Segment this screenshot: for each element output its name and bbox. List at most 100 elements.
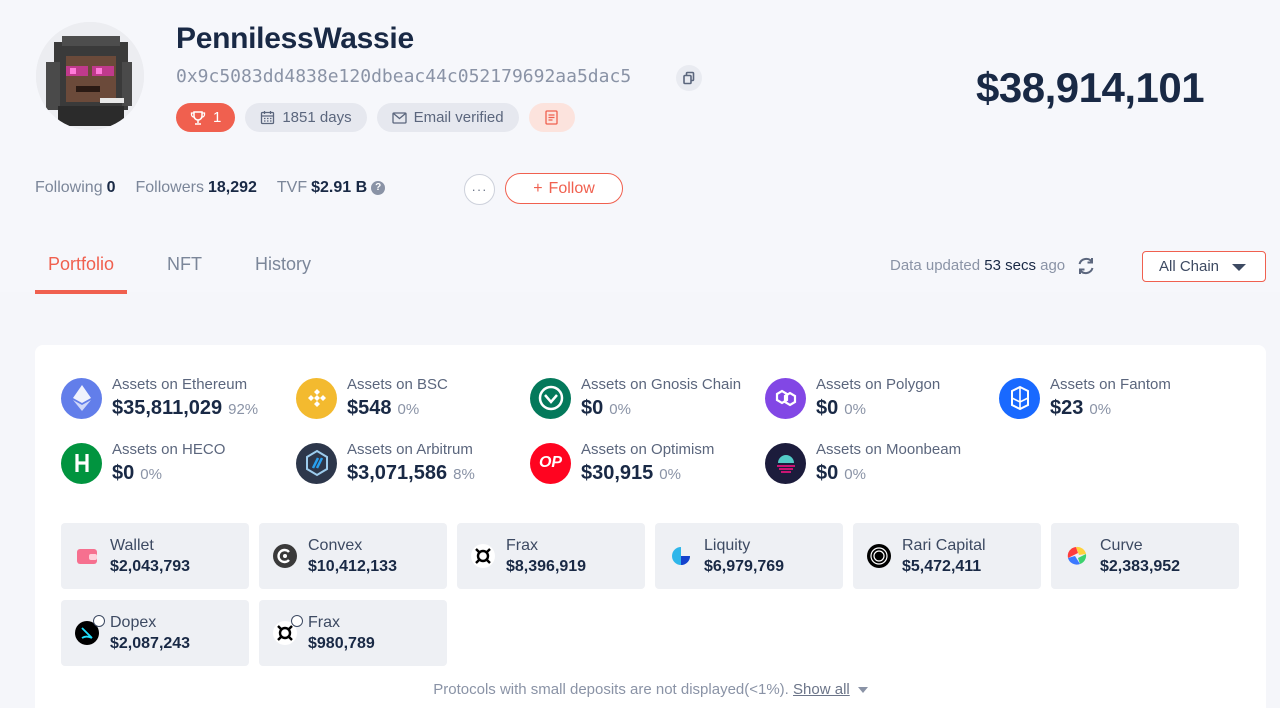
chain-filter-value: All Chain [1159, 258, 1220, 275]
refresh-icon[interactable] [1075, 255, 1097, 277]
protocol-dopex[interactable]: Dopex $2,087,243 [61, 600, 249, 666]
following-stat[interactable]: Following 0 [35, 179, 116, 197]
protocol-name: Liquity [704, 536, 751, 554]
mail-icon [391, 111, 407, 124]
protocol-name: Dopex [110, 613, 157, 631]
following-count: 0 [106, 179, 116, 196]
convex-icon [273, 544, 297, 568]
copy-icon [683, 71, 695, 85]
chain-value: $0 [581, 397, 604, 419]
chain-percent: 0% [659, 466, 681, 483]
updated-time: 53 secs [984, 257, 1036, 274]
updated-suffix: ago [1040, 257, 1066, 274]
trophy-icon [190, 110, 206, 125]
protocol-name: Curve [1100, 536, 1143, 554]
fantom-icon [999, 377, 1040, 419]
more-options-button[interactable]: ··· [464, 174, 495, 205]
chain-percent: 0% [1089, 401, 1112, 418]
protocol-value: $2,087,243 [110, 634, 191, 652]
chain-heco[interactable]: Assets on HECO $0 0% [61, 441, 225, 485]
rank-badge[interactable]: 1 [176, 103, 236, 132]
tvf-label: TVF [276, 179, 308, 196]
tvf-value: $2.91 B [311, 179, 368, 196]
bsc-icon [296, 377, 337, 419]
polygon-icon [765, 377, 806, 419]
chain-gnosis[interactable]: Assets on Gnosis Chain $0 0% [530, 376, 741, 420]
chain-ethereum[interactable]: Assets on Ethereum $35,811,029 92% [61, 376, 258, 420]
data-updated-status: Data updated 53 secs ago [890, 257, 1065, 274]
protocol-frax-arbitrum[interactable]: Frax $980,789 [259, 600, 447, 666]
chain-label: Assets on Gnosis Chain [581, 376, 742, 393]
frax-icon [471, 544, 495, 568]
chain-percent: 0% [609, 401, 631, 418]
chain-bsc[interactable]: Assets on BSC $548 0% [296, 376, 448, 420]
chain-optimism[interactable]: OP Assets on Optimism $30,915 0% [530, 441, 714, 485]
account-age-text: 1851 days [282, 109, 352, 126]
avatar[interactable] [36, 22, 144, 130]
chain-fantom[interactable]: Assets on Fantom $23 0% [999, 376, 1171, 420]
tab-nft[interactable]: NFT [154, 250, 215, 294]
chain-value: $3,071,586 [347, 462, 448, 484]
caret-down-icon[interactable] [857, 687, 868, 694]
dopex-icon [75, 615, 105, 645]
chain-filter-select[interactable]: All Chain [1142, 251, 1266, 282]
chain-percent: 92% [228, 401, 259, 418]
chain-polygon[interactable]: Assets on Polygon $0 0% [765, 376, 940, 420]
chain-label: Assets on BSC [347, 376, 448, 393]
protocol-frax[interactable]: Frax $8,396,919 [457, 523, 645, 589]
plus-icon: + [533, 179, 543, 197]
portfolio-card: Assets on Ethereum $35,811,029 92% Assets… [35, 345, 1266, 708]
chain-value: $23 [1050, 397, 1084, 419]
chain-value: $0 [816, 397, 839, 419]
follow-button[interactable]: + Follow [505, 173, 623, 204]
document-icon [545, 110, 558, 125]
protocol-value: $10,412,133 [308, 557, 397, 575]
show-all-link[interactable]: Show all [793, 681, 850, 698]
chain-moonbeam[interactable]: Assets on Moonbeam $0 0% [765, 441, 961, 485]
protocol-value: $6,979,769 [704, 557, 785, 575]
copy-address-button[interactable] [676, 65, 702, 91]
protocol-wallet[interactable]: Wallet $2,043,793 [61, 523, 249, 589]
chain-percent: 0% [844, 401, 866, 418]
optimism-icon: OP [530, 442, 571, 484]
help-icon[interactable]: ? [371, 180, 386, 195]
following-label: Following [35, 179, 103, 196]
profile-header: PennilessWassie 0x9c5083dd4838e120dbeac4… [0, 0, 1280, 294]
moonbeam-icon [765, 442, 806, 484]
heco-icon [61, 442, 102, 484]
protocol-value: $2,383,952 [1100, 557, 1181, 575]
protocol-name: Convex [308, 536, 363, 554]
tab-portfolio[interactable]: Portfolio [35, 250, 128, 294]
chain-percent: 0% [397, 401, 420, 418]
total-net-worth: $38,914,101 [976, 64, 1205, 111]
protocol-name: Wallet [110, 536, 154, 554]
curve-icon [1065, 544, 1089, 568]
chain-value: $35,811,029 [112, 397, 223, 419]
rank-value: 1 [213, 109, 222, 126]
chain-arbitrum[interactable]: Assets on Arbitrum $3,071,586 8% [296, 441, 475, 485]
chain-percent: 8% [453, 466, 475, 483]
protocol-curve[interactable]: Curve $2,383,952 [1051, 523, 1239, 589]
profile-tabs: Portfolio NFT History [35, 250, 351, 294]
protocol-rari-capital[interactable]: Rari Capital $5,472,411 [853, 523, 1041, 589]
chain-label: Assets on Moonbeam [816, 441, 962, 458]
protocol-value: $8,396,919 [506, 557, 587, 575]
profile-badges: 1 1851 days Email verified [176, 103, 575, 132]
followers-stat[interactable]: Followers 18,292 [136, 179, 257, 197]
chain-value: $30,915 [581, 462, 654, 484]
chevron-down-icon [1232, 264, 1246, 271]
arbitrum-icon [296, 442, 337, 484]
protocol-liquity[interactable]: Liquity $6,979,769 [655, 523, 843, 589]
chain-label: Assets on Optimism [581, 441, 715, 458]
calendar-icon [261, 111, 275, 125]
arbitrum-badge-icon [291, 615, 303, 627]
chain-value: $0 [112, 462, 135, 484]
liquity-icon [669, 544, 693, 568]
wallet-address: 0x9c5083dd4838e120dbeac44c052179692aa5da… [176, 66, 632, 87]
protocol-value: $2,043,793 [110, 557, 191, 575]
protocol-convex[interactable]: Convex $10,412,133 [259, 523, 447, 589]
tab-history[interactable]: History [242, 250, 324, 294]
chain-label: Assets on HECO [112, 441, 226, 458]
notes-badge[interactable] [528, 103, 575, 132]
chain-label: Assets on Fantom [1050, 376, 1171, 393]
